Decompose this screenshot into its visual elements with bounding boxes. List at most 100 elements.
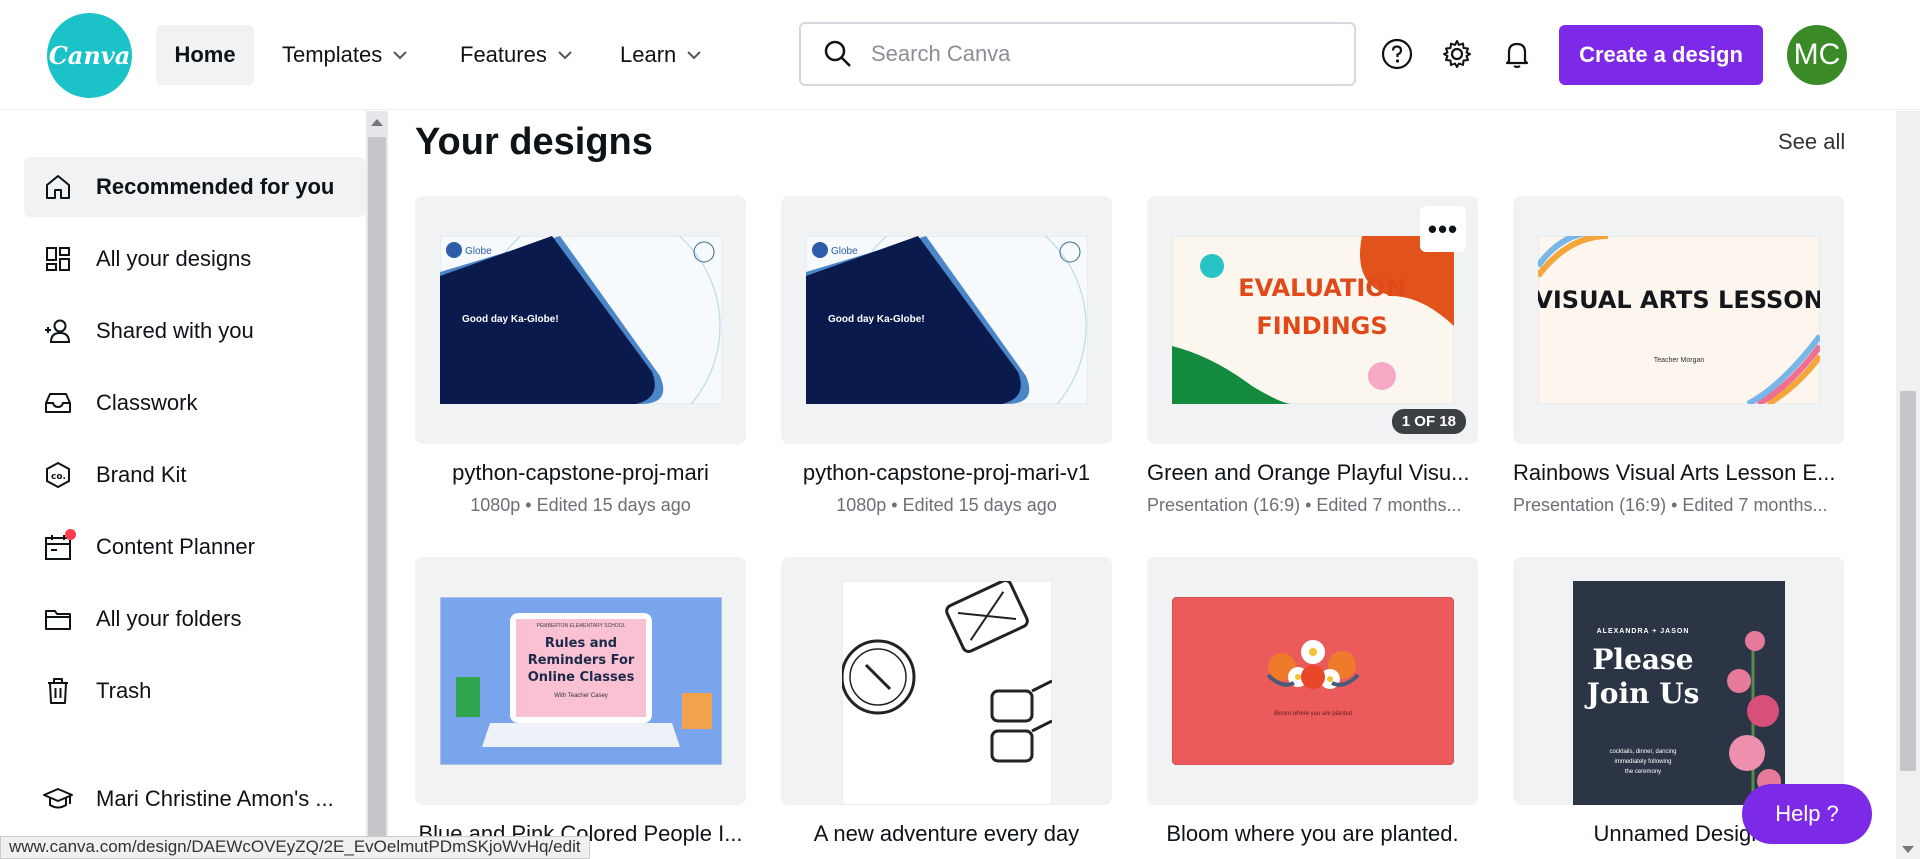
top-bar: Canva Home Templates Features Learn Crea… [0,0,1920,110]
thumb-toptext: ALEXANDRA + JASON [1596,628,1689,635]
thumb-text: Good day Ka-Globe! [828,314,925,325]
design-title[interactable]: A new adventure every day [781,821,1112,847]
status-bar-url: www.canva.com/design/DAEWcOVEyZQ/2E_EvOe… [0,836,590,859]
globe-slide-thumbnail: Globe Good day Ka-Globe! [439,236,722,404]
thumb-subtext: With Teacher Casey [554,693,608,699]
design-thumbnail[interactable]: PEMBERTON ELEMENTARY SCHOOL Rules and Re… [415,557,746,805]
svg-text:cocktails, dinner, dancing: cocktails, dinner, dancing [1609,749,1676,755]
design-title[interactable]: python-capstone-proj-mari [415,460,746,486]
main-scrollbar[interactable] [1896,111,1920,859]
chevron-down-icon [393,51,407,60]
bell-icon[interactable] [1500,37,1534,71]
sidebar-item-brand-kit[interactable]: co. Brand Kit [24,445,366,505]
trash-icon [42,675,74,707]
design-card[interactable]: Bloom where you are planted Bloom where … [1147,557,1478,847]
section-title: Your designs [415,121,653,163]
design-meta: 1080p • Edited 15 days ago [836,495,1057,515]
users-icon [42,315,74,347]
gear-icon[interactable] [1440,37,1474,71]
design-title[interactable]: Green and Orange Playful Visu... [1147,460,1478,486]
evaluation-slide-thumbnail: EVALUATION FINDINGS [1171,236,1454,404]
sidebar-item-label: Classwork [96,390,198,415]
rules-slide-thumbnail: PEMBERTON ELEMENTARY SCHOOL Rules and Re… [439,597,722,765]
nav-templates-label: Templates [282,42,383,67]
search-input[interactable] [871,41,1311,67]
svg-text:FINDINGS: FINDINGS [1256,312,1387,340]
svg-text:Online Classes: Online Classes [527,670,634,685]
see-all-link[interactable]: See all [1778,129,1845,155]
sidebar-item-label: Recommended for you [96,174,335,199]
main-scrollbar-thumb[interactable] [1900,391,1916,771]
design-card[interactable]: Globe Good day Ka-Globe! python-capstone… [415,196,746,516]
design-meta: 1080p • Edited 15 days ago [470,495,691,515]
design-thumbnail[interactable]: EVALUATION FINDINGS ••• 1 OF 18 [1147,196,1478,444]
nav-home[interactable]: Home [156,25,254,85]
inbox-icon [42,387,74,419]
design-card[interactable]: VISUAL ARTS LESSON Teacher Morgan Rainbo… [1513,196,1844,516]
svg-text:the ceremony: the ceremony [1624,769,1660,775]
nav-features[interactable]: Features [460,25,573,85]
sidebar-item-label: Brand Kit [96,462,187,487]
scroll-down-arrow[interactable] [1902,846,1914,853]
sidebar-item-label: Shared with you [96,318,254,343]
nav-templates[interactable]: Templates [282,25,408,85]
svg-text:Join Us: Join Us [1583,677,1699,710]
help-circle-icon[interactable] [1380,37,1414,71]
design-thumbnail[interactable]: Bloom where you are planted [1147,557,1478,805]
design-card[interactable]: A new adventure every day [781,557,1112,847]
design-title[interactable]: Rainbows Visual Arts Lesson E... [1513,460,1844,486]
thumb-subtext: Teacher Morgan [1653,357,1704,364]
design-thumbnail[interactable] [781,557,1112,805]
calendar-icon [42,529,76,563]
design-card[interactable]: Globe Good day Ka-Globe! python-capstone… [781,196,1112,516]
sidebar-item-trash[interactable]: Trash [24,661,366,721]
sidebar-item-recommended[interactable]: Recommended for you [24,157,366,217]
graduation-cap-icon [42,783,74,815]
folder-icon [42,603,74,635]
svg-text:immediately following: immediately following [1614,759,1671,765]
design-meta: Presentation (16:9) • Edited 7 months... [1147,495,1462,515]
home-icon [42,171,74,203]
sidebar-item-team[interactable]: Mari Christine Amon's ... [24,769,366,829]
design-thumbnail[interactable]: Globe Good day Ka-Globe! [781,196,1112,444]
sidebar-item-label: Content Planner [96,534,255,559]
visual-arts-slide-thumbnail: VISUAL ARTS LESSON Teacher Morgan [1537,236,1820,404]
grid-icon [42,243,74,275]
sidebar-item-folders[interactable]: All your folders [24,589,366,649]
design-meta: Presentation (16:9) • Edited 7 months... [1513,495,1828,515]
scroll-up-arrow[interactable] [371,119,383,126]
sidebar-scrollbar[interactable] [366,111,388,859]
design-card[interactable]: PEMBERTON ELEMENTARY SCHOOL Rules and Re… [415,557,746,847]
design-thumbnail[interactable]: VISUAL ARTS LESSON Teacher Morgan [1513,196,1844,444]
nav-learn[interactable]: Learn [620,25,702,85]
search-box[interactable] [799,22,1356,86]
svg-text:EVALUATION: EVALUATION [1238,274,1406,302]
help-button[interactable]: Help ? [1742,784,1872,844]
design-title[interactable]: python-capstone-proj-mari-v1 [781,460,1112,486]
more-options-button[interactable]: ••• [1420,206,1466,252]
svg-text:co.: co. [51,472,66,482]
canva-logo[interactable]: Canva [47,13,132,98]
sidebar-item-label: All your designs [96,246,252,271]
chevron-down-icon [558,51,572,60]
nav-features-label: Features [460,42,547,67]
avatar[interactable]: MC [1787,25,1847,85]
sidebar-item-label: Trash [96,678,152,703]
svg-text:PEMBERTON ELEMENTARY SCHOOL: PEMBERTON ELEMENTARY SCHOOL [536,623,625,629]
design-card[interactable]: EVALUATION FINDINGS ••• 1 OF 18 Green an… [1147,196,1478,516]
brand-text: Globe [465,246,492,257]
design-thumbnail[interactable]: Globe Good day Ka-Globe! [415,196,746,444]
sidebar-item-label: All your folders [96,606,242,631]
sidebar-item-shared[interactable]: Shared with you [24,301,366,361]
sidebar-item-content-planner[interactable]: Content Planner [24,517,366,577]
adventure-thumbnail [841,581,1052,805]
sidebar-scrollbar-thumb[interactable] [368,137,386,859]
search-icon [824,40,851,67]
page-count-badge: 1 OF 18 [1391,409,1466,434]
sidebar-item-all-designs[interactable]: All your designs [24,229,366,289]
design-thumbnail[interactable]: ALEXANDRA + JASON Please Join Us cocktai… [1513,557,1844,805]
sidebar-item-classwork[interactable]: Classwork [24,373,366,433]
design-title[interactable]: Bloom where you are planted. [1147,821,1478,847]
sidebar: Recommended for you All your designs Sha… [0,111,366,859]
create-design-button[interactable]: Create a design [1559,25,1763,85]
